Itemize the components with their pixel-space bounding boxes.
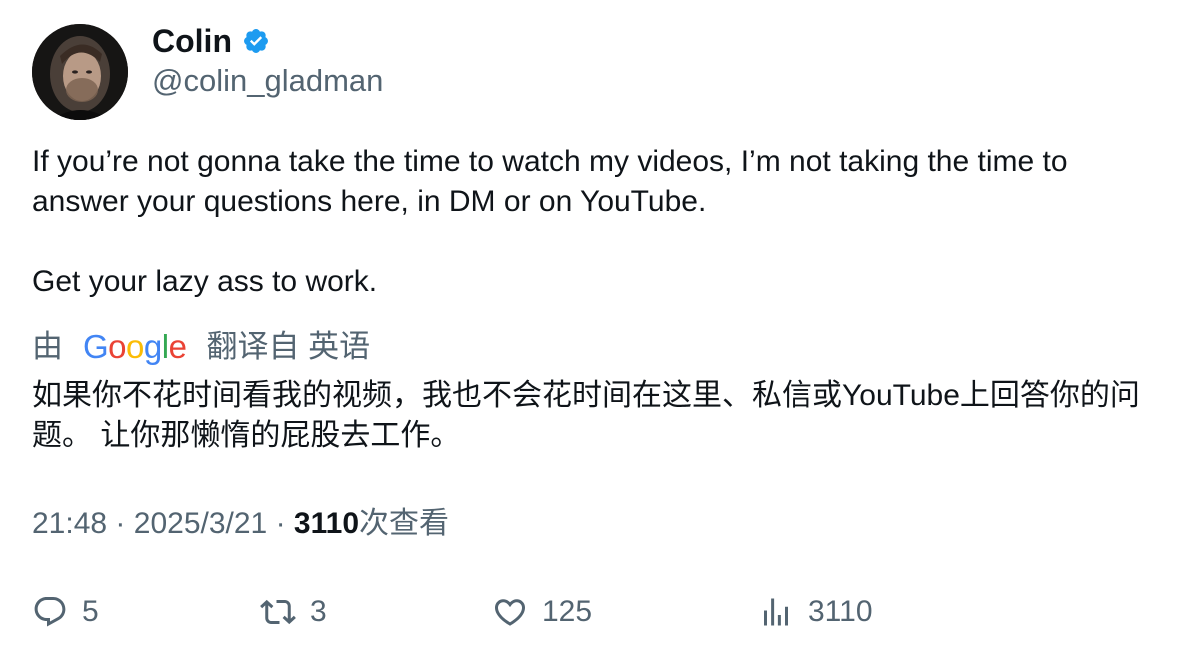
retweet-count: 3 <box>310 595 327 628</box>
avatar[interactable] <box>32 24 128 120</box>
translated-text: 如果你不花时间看我的视频，我也不会花时间在这里、私信或YouTube上回答你的问… <box>32 379 1140 452</box>
retweet-button[interactable]: 3 <box>260 590 327 634</box>
tweet-meta: 21:48 · 2025/3/21 · 3110次查看 <box>32 504 449 544</box>
meta-separator: · <box>115 507 126 540</box>
analytics-icon <box>764 598 788 626</box>
display-name-text: Colin <box>152 23 232 59</box>
heart-icon <box>494 599 526 626</box>
translation-prefix: 由 <box>32 329 63 364</box>
google-logo: Google <box>83 328 187 365</box>
reply-button[interactable]: 5 <box>32 590 99 634</box>
views-button[interactable]: 3110 <box>758 590 873 634</box>
retweet-icon <box>260 599 296 625</box>
like-button[interactable]: 125 <box>492 590 592 634</box>
tweet-paragraph: Get your lazy ass to work. <box>32 265 378 298</box>
verified-badge-icon <box>244 29 268 53</box>
translation-suffix[interactable]: 翻译自 英语 <box>206 326 370 368</box>
translation-attribution: 由 Google 翻译自 英语 <box>32 326 370 368</box>
views-count: 3110 <box>293 507 360 540</box>
tweet-date[interactable]: 2025/3/21 <box>134 507 267 540</box>
views-action-count: 3110 <box>808 595 873 628</box>
action-bar: 5 3 125 3110 <box>0 590 1196 634</box>
reply-icon <box>34 597 66 627</box>
tweet-time[interactable]: 21:48 <box>32 507 107 540</box>
tweet-text: If you’re not gonna take the time to wat… <box>32 142 1172 302</box>
reply-count: 5 <box>82 595 99 628</box>
avatar-image <box>32 24 128 120</box>
user-display-name[interactable]: Colin <box>152 22 270 60</box>
meta-separator: · <box>275 507 286 540</box>
user-handle[interactable]: @colin_gladman <box>152 62 383 100</box>
tweet-paragraph: If you’re not gonna take the time to wat… <box>32 145 1068 218</box>
views-label: 次查看 <box>359 507 450 540</box>
like-count: 125 <box>542 595 593 628</box>
